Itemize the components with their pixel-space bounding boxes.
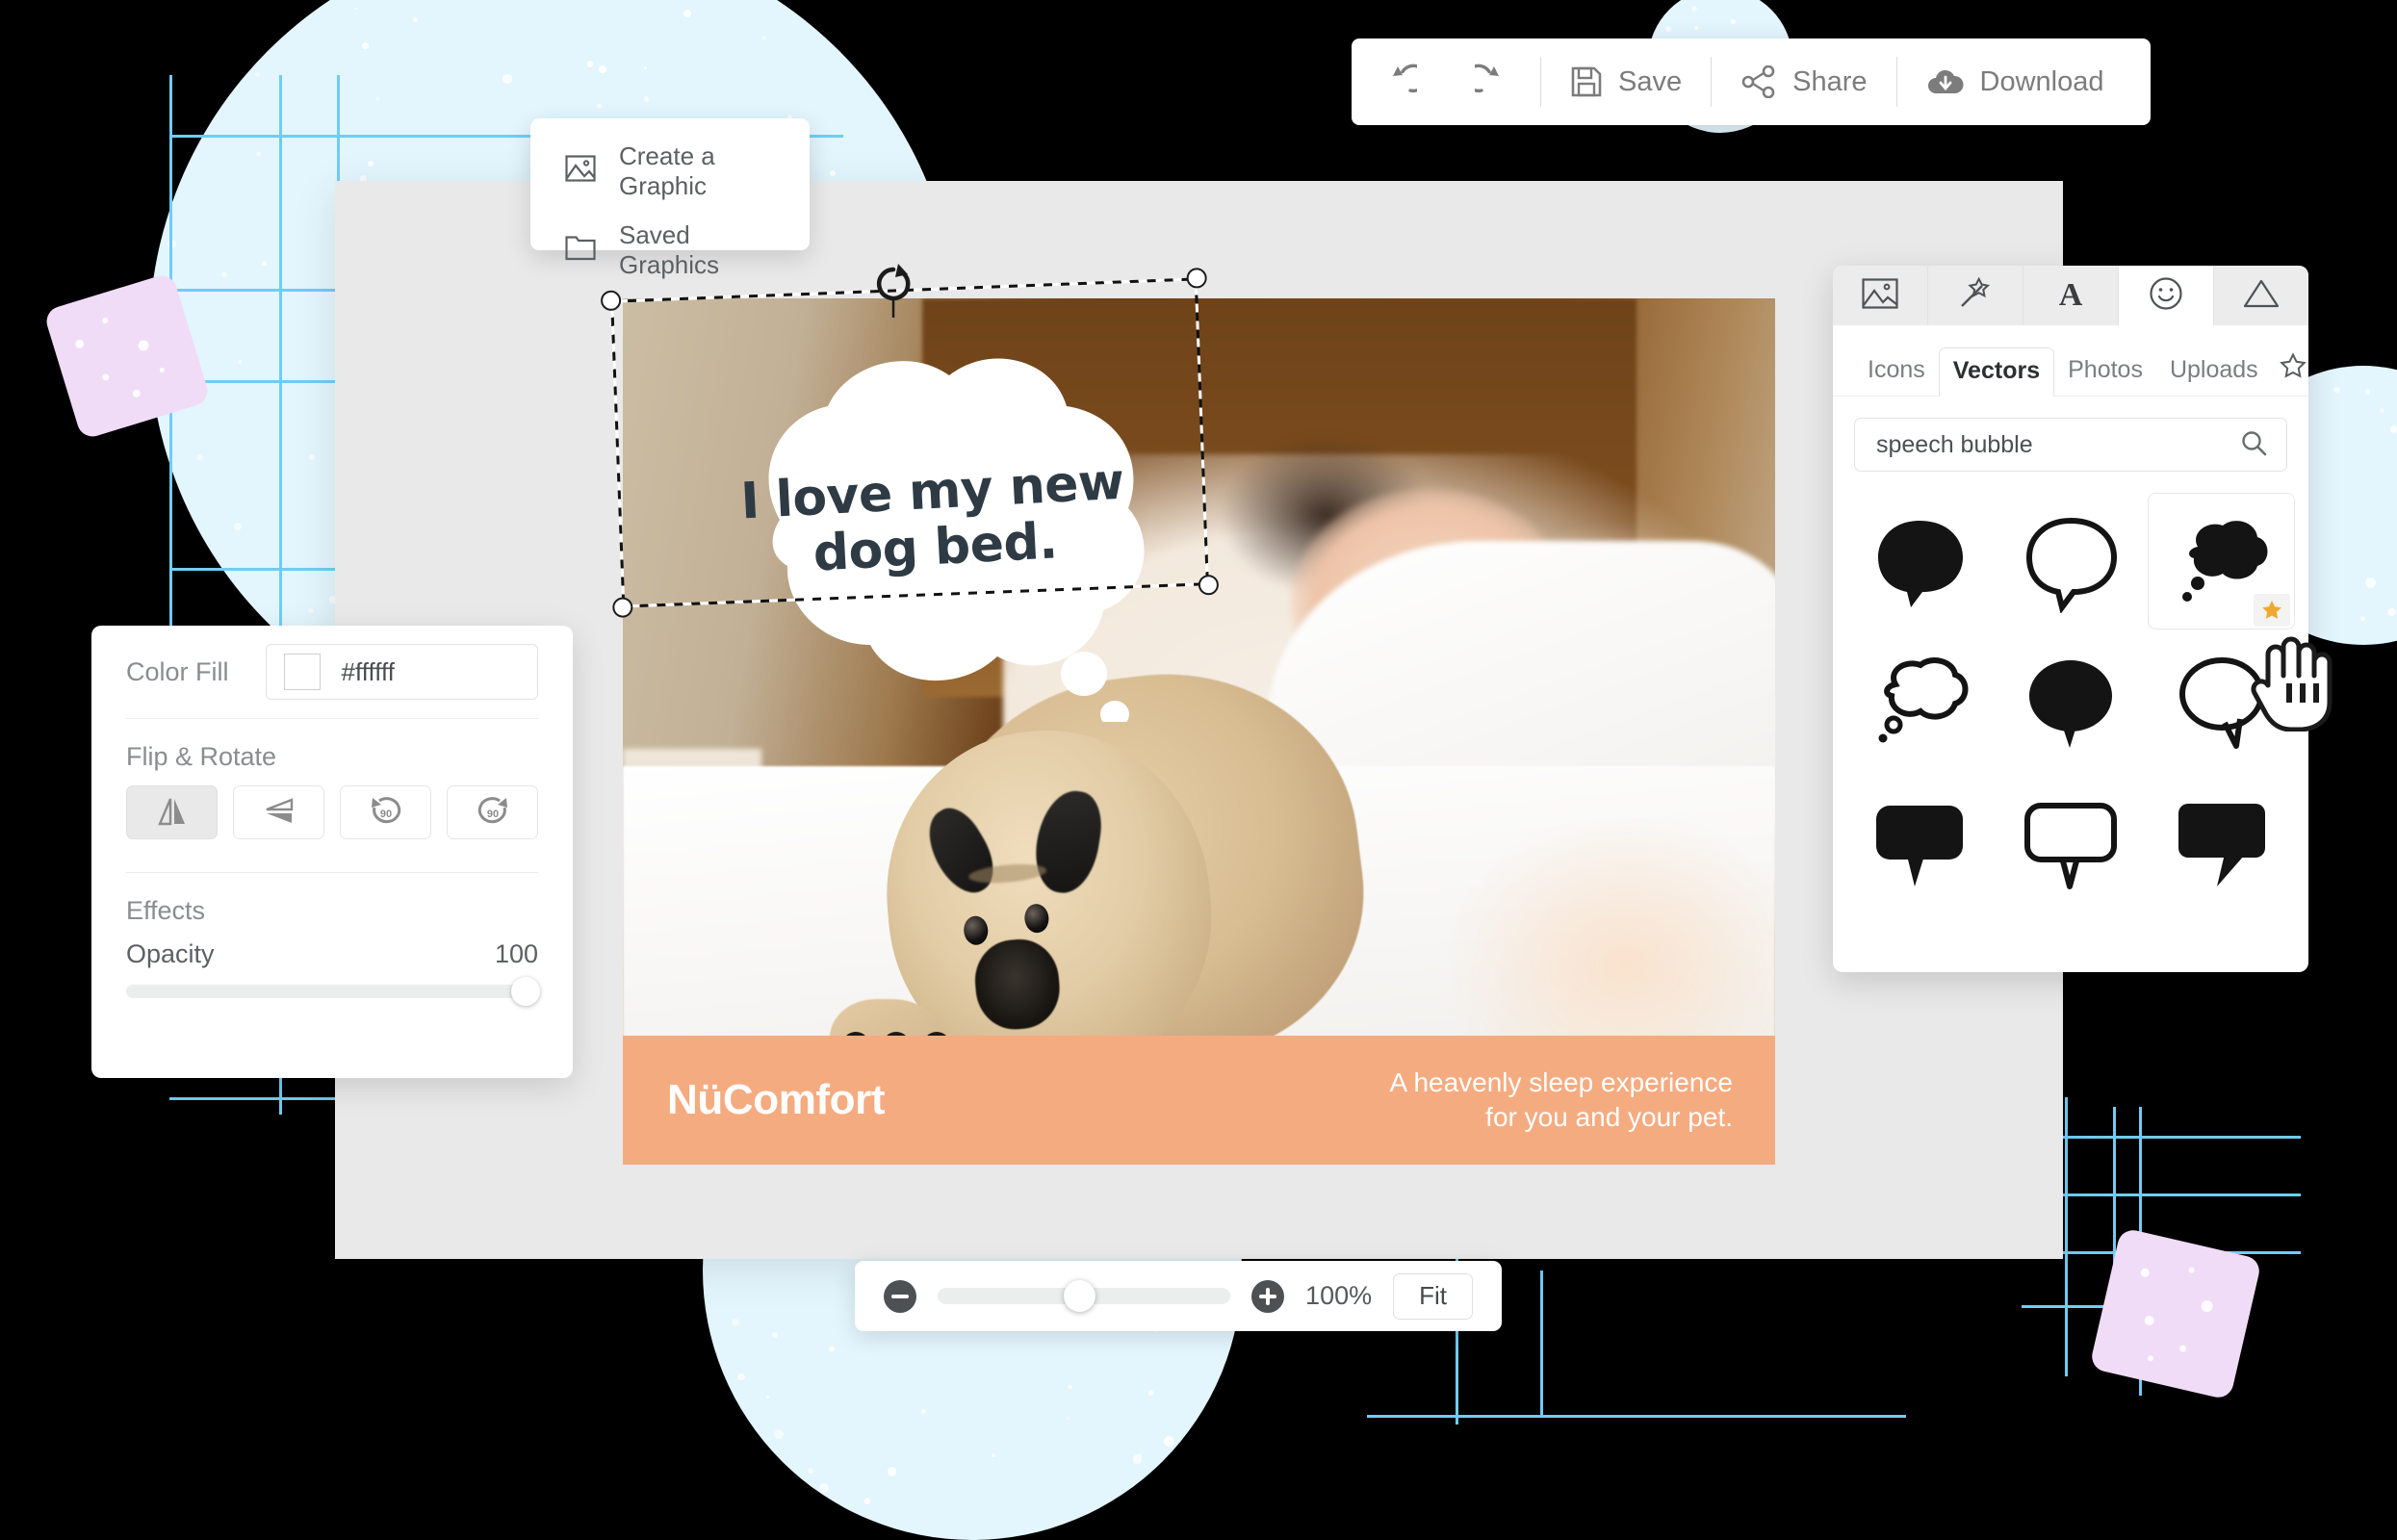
vector-result-item[interactable] [1998, 493, 2145, 628]
opacity-slider[interactable] [126, 985, 538, 998]
share-icon [1740, 65, 1777, 98]
subtab-vectors[interactable]: Vectors [1939, 347, 2054, 397]
search-icon[interactable] [2240, 429, 2267, 461]
save-button[interactable]: Save [1541, 57, 1711, 107]
vector-result-item-selected[interactable] [2148, 493, 2295, 629]
redo-button[interactable] [1446, 57, 1540, 107]
app-stage: NüComfort A heavenly sleep experience fo… [0, 0, 2397, 1465]
vector-result-item[interactable] [2148, 772, 2295, 907]
redo-icon [1475, 64, 1511, 100]
rotate-left-label: 90 [379, 808, 391, 820]
design-footer-bar: NüComfort A heavenly sleep experience fo… [623, 1036, 1775, 1165]
fit-button[interactable]: Fit [1393, 1273, 1473, 1320]
opacity-value: 100 [495, 939, 538, 969]
subtab-photos[interactable]: Photos [2054, 347, 2156, 396]
image-icon [565, 155, 596, 189]
flip-rotate-label: Flip & Rotate [91, 719, 573, 785]
rotate-left-90-icon: 90 [369, 796, 403, 830]
menu-item-saved-graphics[interactable]: Saved Graphics [530, 211, 810, 290]
vector-result-item[interactable] [1998, 772, 2145, 907]
vector-results-grid [1833, 493, 2308, 907]
zoom-slider-knob[interactable] [1064, 1280, 1095, 1312]
rotate-left-90-button[interactable]: 90 [340, 785, 431, 839]
menu-item-label: Create a Graphic [619, 141, 775, 201]
save-icon [1570, 65, 1603, 98]
search-input-wrapper[interactable] [1854, 418, 2287, 472]
search-input[interactable] [1874, 430, 2240, 460]
opacity-slider-knob[interactable] [511, 977, 540, 1006]
download-cloud-icon [1926, 66, 1965, 97]
vector-result-item[interactable] [1846, 772, 1994, 907]
download-button[interactable]: Download [1897, 57, 2133, 107]
rotate-right-label: 90 [486, 808, 498, 820]
color-swatch[interactable] [284, 654, 321, 690]
flip-vertical-icon [263, 796, 296, 830]
favorite-badge[interactable] [2254, 594, 2290, 627]
decor-sticky-right [2089, 1227, 2262, 1400]
design-tagline: A heavenly sleep experience for you and … [1390, 1065, 1733, 1135]
vector-result-item[interactable] [1846, 493, 1994, 628]
flip-vertical-button[interactable] [233, 785, 324, 839]
menu-item-create-graphic[interactable]: Create a Graphic [530, 132, 810, 211]
folder-icon [565, 234, 596, 268]
flip-rotate-buttons: 90 90 [91, 785, 573, 839]
vector-result-item[interactable] [1846, 633, 1994, 768]
tab-shapes[interactable] [2214, 266, 2308, 325]
rotate-handle-icon[interactable] [871, 262, 915, 324]
zoom-in-button[interactable] [1251, 1280, 1284, 1313]
zoom-slider[interactable] [938, 1288, 1230, 1304]
top-toolbar: Save Share Download [1352, 38, 2151, 125]
star-outline-icon[interactable] [2280, 352, 2307, 396]
zoom-toolbar: 100% Fit [855, 1261, 1502, 1331]
effects-label: Effects [91, 873, 573, 926]
undo-button[interactable] [1352, 57, 1446, 107]
tab-text[interactable]: A [2023, 266, 2119, 325]
color-fill-label: Color Fill [126, 657, 229, 687]
rotate-right-90-button[interactable]: 90 [447, 785, 538, 839]
letter-a-icon: A [2059, 277, 2083, 314]
zoom-out-icon [891, 1295, 909, 1298]
properties-panel: Color Fill #ffffff Flip & Rotate 90 90 E… [91, 626, 573, 1078]
flip-horizontal-button[interactable] [126, 785, 218, 839]
rotate-right-90-icon: 90 [476, 796, 510, 830]
share-label: Share [1792, 66, 1867, 98]
opacity-label: Opacity [126, 939, 215, 969]
opacity-row: Opacity 100 [91, 926, 573, 969]
subtab-uploads[interactable]: Uploads [2156, 347, 2272, 396]
tab-photos[interactable] [1833, 266, 1928, 325]
selection-frame[interactable] [610, 277, 1209, 607]
selection-handle-top-left[interactable] [601, 290, 622, 311]
zoom-percent: 100% [1305, 1281, 1372, 1311]
color-value: #ffffff [342, 657, 395, 687]
download-label: Download [1980, 66, 2104, 98]
subtab-icons[interactable]: Icons [1854, 347, 1939, 396]
share-button[interactable]: Share [1712, 57, 1895, 107]
smiley-icon [2149, 276, 2183, 316]
tagline-line-2: for you and your pet. [1390, 1100, 1733, 1135]
graphics-dropdown-menu: Create a Graphic Saved Graphics [530, 118, 810, 250]
assets-top-tabs: A [1833, 266, 2308, 325]
assets-panel: A Icons Vectors Photos Uploads speech bu… [1833, 266, 2308, 972]
tab-graphics[interactable] [2119, 266, 2214, 325]
color-fill-input[interactable]: #ffffff [266, 644, 538, 700]
zoom-in-icon [1259, 1288, 1276, 1305]
hand-pointer-cursor [2247, 626, 2335, 736]
tab-effects[interactable] [1928, 266, 2023, 325]
color-fill-row: Color Fill #ffffff [91, 626, 573, 718]
design-brand: NüComfort [667, 1076, 885, 1124]
image-icon [1862, 278, 1898, 314]
undo-icon [1380, 64, 1417, 100]
save-label: Save [1618, 66, 1682, 98]
menu-item-label: Saved Graphics [619, 220, 775, 280]
zoom-out-button[interactable] [884, 1280, 916, 1313]
flip-horizontal-icon [156, 796, 189, 830]
triangle-icon [2243, 278, 2280, 314]
assets-sub-tabs: Icons Vectors Photos Uploads [1833, 325, 2308, 397]
tagline-line-1: A heavenly sleep experience [1390, 1065, 1733, 1100]
vector-result-item[interactable] [1998, 633, 2145, 768]
magic-wand-icon [1957, 277, 1994, 315]
